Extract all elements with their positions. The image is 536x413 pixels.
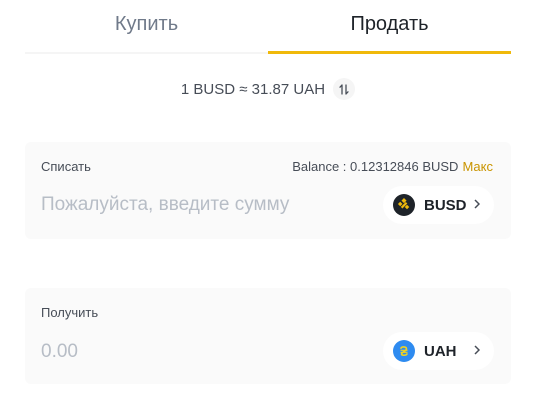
buy-coin-name: UAH (424, 342, 457, 360)
exchange-rate: 1 BUSD ≈ 31.87 UAH (0, 76, 536, 102)
sell-coin-name: BUSD (424, 196, 467, 214)
chevron-right-icon (474, 196, 481, 212)
busd-coin-icon (393, 194, 415, 216)
buy-coin-select[interactable]: UAH (383, 332, 494, 370)
buy-amount-input[interactable] (41, 337, 361, 367)
max-button[interactable]: Макс (462, 159, 493, 174)
sell-card: Списать Balance : 0.12312846 BUSD Макс B… (25, 142, 511, 239)
tab-sell[interactable]: Продать (268, 0, 511, 54)
trade-tabs: Купить Продать (25, 0, 511, 54)
uah-coin-icon (393, 340, 415, 362)
sell-coin-select[interactable]: BUSD (383, 186, 494, 224)
exchange-rate-text: 1 BUSD ≈ 31.87 UAH (180, 80, 326, 98)
sell-label: Списать (41, 159, 91, 174)
balance-text: Balance : 0.12312846 BUSD (292, 159, 459, 174)
balance-row: Balance : 0.12312846 BUSD Макс (292, 159, 493, 174)
swap-vertical-icon[interactable] (333, 78, 356, 100)
sell-amount-input[interactable] (41, 190, 361, 220)
buy-label: Получить (41, 305, 99, 320)
tab-buy[interactable]: Купить (25, 0, 268, 52)
buy-card: Получить UAH (25, 288, 511, 384)
chevron-right-icon (474, 342, 481, 358)
